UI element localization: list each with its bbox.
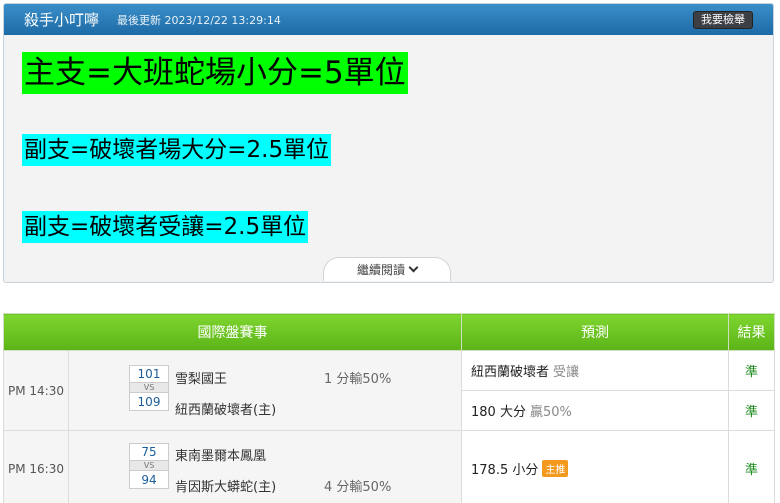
match-cell: 75 VS 94 東南墨爾本鳳凰 肯因斯大蟒蛇(主) 4 分輸50% bbox=[68, 430, 462, 503]
team-home[interactable]: 肯因斯大蟒蛇(主) bbox=[175, 476, 276, 495]
score-home: 109 bbox=[129, 392, 169, 411]
pick-sub: 受讓 bbox=[553, 365, 580, 380]
result-cell: 準 bbox=[728, 390, 775, 431]
score-box: 101 VS 109 bbox=[129, 365, 169, 411]
prediction-cell: 178.5 小分 主推 bbox=[461, 430, 729, 503]
header-match: 國際盤賽事 bbox=[3, 313, 462, 351]
score-home: 94 bbox=[129, 470, 169, 489]
team-home[interactable]: 紐西蘭破壞者(主) bbox=[175, 399, 276, 418]
prediction-cell: 180 大分 贏50% bbox=[461, 390, 729, 431]
pick-main: 178.5 小分 bbox=[471, 463, 539, 478]
featured-pick-badge: 主推 bbox=[542, 460, 569, 477]
team-away[interactable]: 雪梨國王 bbox=[175, 368, 227, 387]
note-main: 主支=大班蛇場小分=5單位 bbox=[22, 52, 408, 94]
report-button[interactable]: 我要檢舉 bbox=[693, 11, 753, 29]
read-more-button[interactable]: 繼續閱讀 bbox=[323, 257, 451, 281]
handicap-result: 4 分輸50% bbox=[324, 480, 392, 495]
table-row: PM 14:30 101 VS 109 雪梨國王 紐西蘭破壞者(主) 1 分輸5… bbox=[3, 350, 775, 431]
tips-header: 殺手小叮嚀 最後更新 2023/12/22 13:29:14 我要檢舉 bbox=[4, 4, 773, 35]
match-cell: 101 VS 109 雪梨國王 紐西蘭破壞者(主) 1 分輸50% bbox=[68, 350, 462, 431]
handicap-result: 1 分輸50% bbox=[324, 372, 392, 387]
score-away: 75 bbox=[129, 443, 169, 461]
vs-label: VS bbox=[129, 461, 169, 470]
team-away[interactable]: 東南墨爾本鳳凰 bbox=[175, 445, 266, 464]
pick-main: 180 大分 bbox=[471, 405, 526, 420]
result-cell: 準 bbox=[728, 350, 775, 391]
vs-label: VS bbox=[129, 383, 169, 392]
prediction-table: 國際盤賽事 預測 結果 PM 14:30 101 VS 109 雪梨國王 紐西蘭… bbox=[3, 313, 775, 503]
pick-sub: 贏50% bbox=[529, 405, 572, 420]
score-away: 101 bbox=[129, 365, 169, 383]
chevron-down-icon bbox=[408, 262, 419, 273]
header-result: 結果 bbox=[728, 313, 775, 351]
table-header-row: 國際盤賽事 預測 結果 bbox=[3, 313, 775, 351]
tips-title: 殺手小叮嚀 bbox=[24, 11, 100, 29]
note-sub-2: 副支=破壞者受讓=2.5單位 bbox=[22, 211, 309, 243]
pick-main: 紐西蘭破壞者 bbox=[471, 365, 550, 380]
read-more-label: 繼續閱讀 bbox=[356, 263, 405, 277]
result-cell: 準 bbox=[728, 430, 775, 503]
match-time: PM 16:30 bbox=[3, 430, 69, 503]
table-row: PM 16:30 75 VS 94 東南墨爾本鳳凰 肯因斯大蟒蛇(主) 4 分輸… bbox=[3, 430, 775, 503]
prediction-cell: 紐西蘭破壞者 受讓 bbox=[461, 350, 729, 391]
header-prediction: 預測 bbox=[461, 313, 729, 351]
score-box: 75 VS 94 bbox=[129, 443, 169, 489]
note-sub-1: 副支=破壞者場大分=2.5單位 bbox=[22, 134, 332, 166]
last-updated: 最後更新 2023/12/22 13:29:14 bbox=[117, 13, 281, 27]
match-time: PM 14:30 bbox=[3, 350, 69, 431]
